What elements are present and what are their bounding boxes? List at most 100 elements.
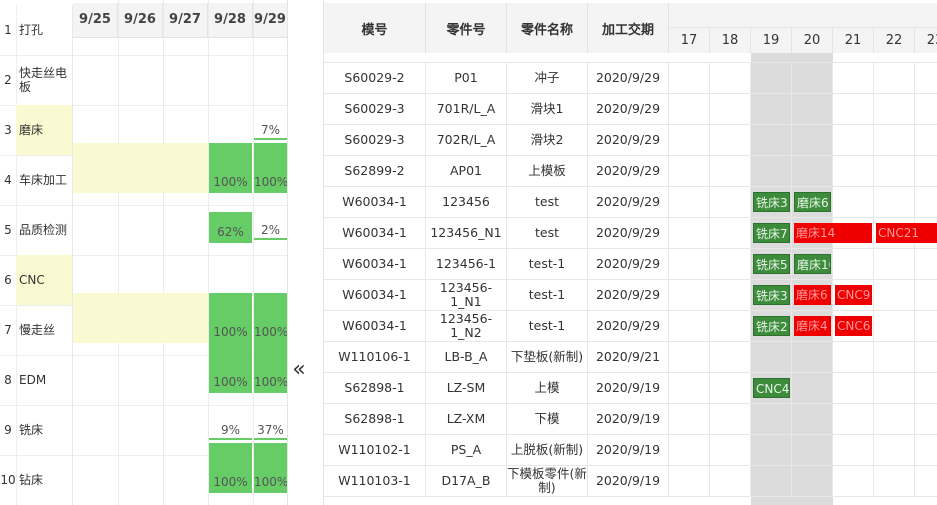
day-cell[interactable] — [669, 435, 710, 465]
day-cell[interactable] — [874, 466, 915, 496]
schedule-task[interactable]: 磨床6 — [794, 285, 831, 305]
day-cell[interactable] — [669, 342, 710, 372]
day-cell[interactable] — [669, 404, 710, 434]
table-row[interactable]: S60029-2 P01 冲子 2020/9/29 — [324, 63, 937, 94]
table-row[interactable]: W110106-1 LB-B_A 下垫板(新制) 2020/9/21 — [324, 342, 937, 373]
day-cell[interactable] — [710, 311, 751, 341]
schedule-task[interactable]: CNC21 — [876, 223, 937, 243]
table-row[interactable]: S60029-3 701R/L_A 滑块1 2020/9/29 — [324, 94, 937, 125]
day-cell[interactable] — [751, 156, 792, 186]
day-cell[interactable] — [833, 63, 874, 93]
table-row[interactable]: S62898-1 LZ-SM 上模 2020/9/19 — [324, 373, 937, 404]
day-cell[interactable] — [833, 466, 874, 496]
day-cell[interactable] — [874, 125, 915, 155]
day-cell[interactable] — [751, 63, 792, 93]
day-cell[interactable] — [669, 125, 710, 155]
header-part-number[interactable]: 零件号 — [426, 3, 507, 53]
day-cell[interactable] — [669, 373, 710, 403]
load-bar[interactable] — [254, 438, 287, 440]
header-part-name[interactable]: 零件名称 — [507, 3, 588, 53]
day-cell[interactable] — [751, 404, 792, 434]
day-cell[interactable] — [915, 435, 937, 465]
day-cell[interactable] — [792, 63, 833, 93]
table-row[interactable]: W110102-1 PS_A 上脱板(新制) 2020/9/19 — [324, 435, 937, 466]
day-cell[interactable] — [669, 94, 710, 124]
day-cell[interactable] — [710, 466, 751, 496]
day-cell[interactable] — [915, 466, 937, 496]
day-cell[interactable] — [669, 63, 710, 93]
day-cell[interactable] — [710, 218, 751, 248]
day-cell[interactable] — [669, 218, 710, 248]
day-cell[interactable] — [792, 94, 833, 124]
day-cell[interactable] — [915, 373, 937, 403]
day-cell[interactable] — [833, 342, 874, 372]
schedule-task[interactable]: 铣床7 — [753, 223, 790, 243]
day-cell[interactable] — [751, 435, 792, 465]
day-cell[interactable] — [874, 373, 915, 403]
day-cell[interactable] — [833, 125, 874, 155]
schedule-task[interactable]: 铣床3 — [753, 192, 790, 212]
day-cell[interactable] — [710, 63, 751, 93]
day-cell[interactable] — [710, 404, 751, 434]
table-row[interactable]: W60034-1 123456-1 test-1 2020/9/29 — [324, 249, 937, 280]
schedule-task[interactable]: CNC4 — [753, 378, 790, 398]
day-cell[interactable] — [874, 404, 915, 434]
day-cell[interactable] — [874, 156, 915, 186]
day-cell[interactable] — [833, 156, 874, 186]
day-cell[interactable] — [915, 404, 937, 434]
day-cell[interactable] — [915, 342, 937, 372]
day-cell[interactable] — [669, 466, 710, 496]
day-cell[interactable] — [669, 187, 710, 217]
day-cell[interactable] — [792, 435, 833, 465]
collapse-panel-icon[interactable]: « — [290, 355, 308, 385]
schedule-task[interactable]: CNC6 — [835, 316, 872, 336]
schedule-task[interactable]: CNC9 — [835, 285, 872, 305]
day-cell[interactable] — [751, 125, 792, 155]
day-cell[interactable] — [833, 249, 874, 279]
day-cell[interactable] — [915, 63, 937, 93]
schedule-task[interactable]: 磨床6 — [794, 192, 831, 212]
day-cell[interactable] — [792, 156, 833, 186]
table-row[interactable]: W60034-1 123456 test 2020/9/29 — [324, 187, 937, 218]
header-due-date[interactable]: 加工交期 — [588, 3, 669, 53]
day-cell[interactable] — [915, 125, 937, 155]
day-cell[interactable] — [710, 373, 751, 403]
day-cell[interactable] — [710, 187, 751, 217]
day-cell[interactable] — [710, 435, 751, 465]
day-cell[interactable] — [751, 466, 792, 496]
day-cell[interactable] — [874, 342, 915, 372]
schedule-task[interactable]: 磨床10 — [794, 254, 831, 274]
day-cell[interactable] — [710, 156, 751, 186]
day-cell[interactable] — [751, 342, 792, 372]
load-bar[interactable] — [209, 438, 252, 440]
schedule-task[interactable]: 铣床2 — [753, 316, 790, 336]
day-cell[interactable] — [915, 187, 937, 217]
day-cell[interactable] — [792, 342, 833, 372]
day-cell[interactable] — [874, 187, 915, 217]
day-cell[interactable] — [874, 311, 915, 341]
load-bar[interactable] — [254, 138, 287, 140]
table-row[interactable]: S62898-1 LZ-XM 下模 2020/9/19 — [324, 404, 937, 435]
day-cell[interactable] — [792, 404, 833, 434]
table-row[interactable]: W110103-1 D17A_B 下模板零件(新制) 2020/9/19 — [324, 466, 937, 497]
day-cell[interactable] — [874, 280, 915, 310]
day-cell[interactable] — [710, 249, 751, 279]
load-bar[interactable] — [254, 238, 287, 240]
schedule-task[interactable]: 铣床3 — [753, 285, 790, 305]
schedule-task[interactable]: 磨床4 — [794, 316, 831, 336]
day-cell[interactable] — [792, 466, 833, 496]
day-cell[interactable] — [669, 311, 710, 341]
day-cell[interactable] — [710, 342, 751, 372]
day-cell[interactable] — [874, 94, 915, 124]
day-cell[interactable] — [710, 94, 751, 124]
process-row[interactable]: 2 快走丝电板 — [0, 55, 287, 105]
day-cell[interactable] — [833, 187, 874, 217]
day-cell[interactable] — [669, 249, 710, 279]
day-cell[interactable] — [833, 373, 874, 403]
day-cell[interactable] — [669, 280, 710, 310]
day-cell[interactable] — [874, 435, 915, 465]
day-cell[interactable] — [915, 249, 937, 279]
day-cell[interactable] — [833, 435, 874, 465]
process-row[interactable]: 1 打孔 — [0, 5, 287, 55]
day-cell[interactable] — [874, 63, 915, 93]
